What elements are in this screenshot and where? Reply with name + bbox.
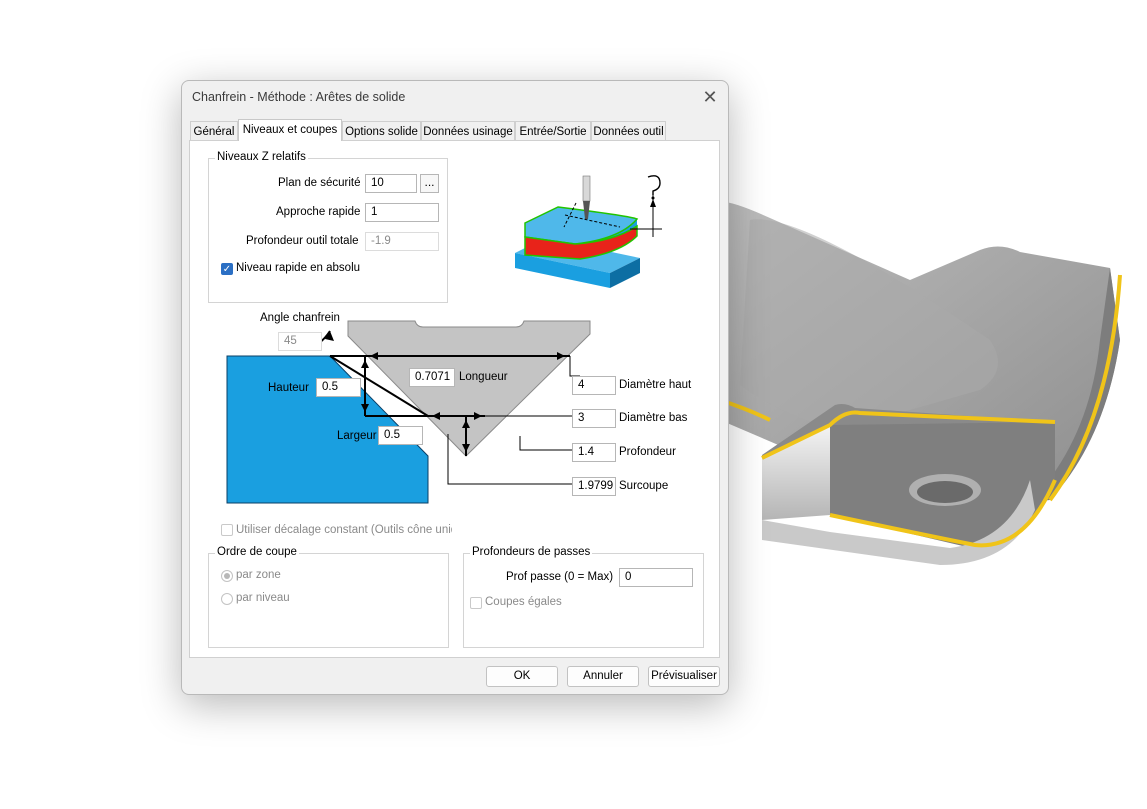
ok-button[interactable]: OK	[486, 666, 558, 687]
tab-tool-data[interactable]: Données outil	[591, 121, 666, 141]
help-question-icon	[647, 175, 661, 195]
by-level-label: par niveau	[236, 592, 290, 604]
by-zone-label: par zone	[236, 569, 281, 581]
height-label: Hauteur	[268, 382, 309, 394]
rapid-approach-label: Approche rapide	[276, 206, 361, 218]
dialog-title: Chanfrein - Méthode : Arêtes de solide	[192, 90, 406, 104]
absolute-rapid-checkbox[interactable]: ✓	[221, 263, 233, 275]
chamfer-angle-label: Angle chanfrein	[260, 312, 340, 324]
z-levels-group: Niveaux Z relatifs Plan de sécurité 10 .…	[208, 151, 448, 303]
width-label: Largeur	[337, 430, 377, 442]
chamfer-angle-field: 45	[278, 332, 322, 351]
top-diameter-label: Diamètre haut	[619, 379, 692, 391]
rapid-approach-field[interactable]: 1	[365, 203, 439, 222]
length-label: Longueur	[459, 371, 508, 383]
constant-offset-checkbox[interactable]	[221, 524, 233, 536]
length-field[interactable]: 0.7071	[409, 368, 455, 387]
cancel-button[interactable]: Annuler	[567, 666, 639, 687]
preview-button[interactable]: Prévisualiser	[648, 666, 720, 687]
pass-depths-group-label: Profondeurs de passes	[470, 546, 593, 558]
equal-cuts-checkbox[interactable]	[470, 597, 482, 609]
machined-part-render	[719, 201, 1122, 565]
overcut-label: Surcoupe	[619, 480, 669, 492]
chamfer-dialog: Chanfrein - Méthode : Arêtes de solide ✕…	[181, 80, 729, 695]
step-depth-label: Prof passe (0 = Max)	[506, 571, 614, 583]
step-depth-field[interactable]: 0	[619, 568, 693, 587]
depth-label: Profondeur	[619, 446, 676, 458]
z-levels-group-label: Niveaux Z relatifs	[215, 151, 308, 163]
tab-machining-data[interactable]: Données usinage	[421, 121, 515, 141]
overcut-field[interactable]: 1.9799	[572, 477, 616, 496]
total-depth-label: Profondeur outil totale	[246, 235, 359, 247]
height-field[interactable]: 0.5	[316, 378, 361, 397]
tab-general[interactable]: Général	[190, 121, 238, 141]
width-field[interactable]: 0.5	[378, 426, 423, 445]
cut-order-group-label: Ordre de coupe	[215, 546, 299, 558]
absolute-rapid-label: Niveau rapide en absolu	[236, 262, 361, 274]
tab-solid-options[interactable]: Options solide	[342, 121, 421, 141]
tab-panel: Niveaux Z relatifs Plan de sécurité 10 .…	[189, 140, 720, 658]
bottom-diameter-label: Diamètre bas	[619, 412, 688, 424]
equal-cuts-label: Coupes égales	[485, 596, 562, 608]
browse-button[interactable]: ...	[420, 174, 439, 193]
chamfer-tool-illustration	[515, 175, 662, 288]
constant-offset-label: Utiliser décalage constant (Outils cône …	[236, 524, 452, 536]
safety-plane-label: Plan de sécurité	[278, 177, 361, 189]
by-level-radio[interactable]	[221, 593, 233, 605]
top-diameter-field[interactable]: 4	[572, 376, 616, 395]
bottom-diameter-field[interactable]: 3	[572, 409, 616, 428]
cut-order-group: Ordre de coupe par zone par niveau	[208, 546, 449, 648]
close-icon[interactable]: ✕	[700, 87, 720, 107]
by-zone-radio[interactable]	[221, 570, 233, 582]
tab-entry-exit[interactable]: Entrée/Sortie	[515, 121, 591, 141]
safety-plane-field[interactable]: 10	[365, 174, 417, 193]
tab-levels-cuts[interactable]: Niveaux et coupes	[238, 119, 342, 141]
pass-depths-group: Profondeurs de passes Prof passe (0 = Ma…	[463, 546, 704, 648]
total-depth-field: -1.9	[365, 232, 439, 251]
depth-field[interactable]: 1.4	[572, 443, 616, 462]
